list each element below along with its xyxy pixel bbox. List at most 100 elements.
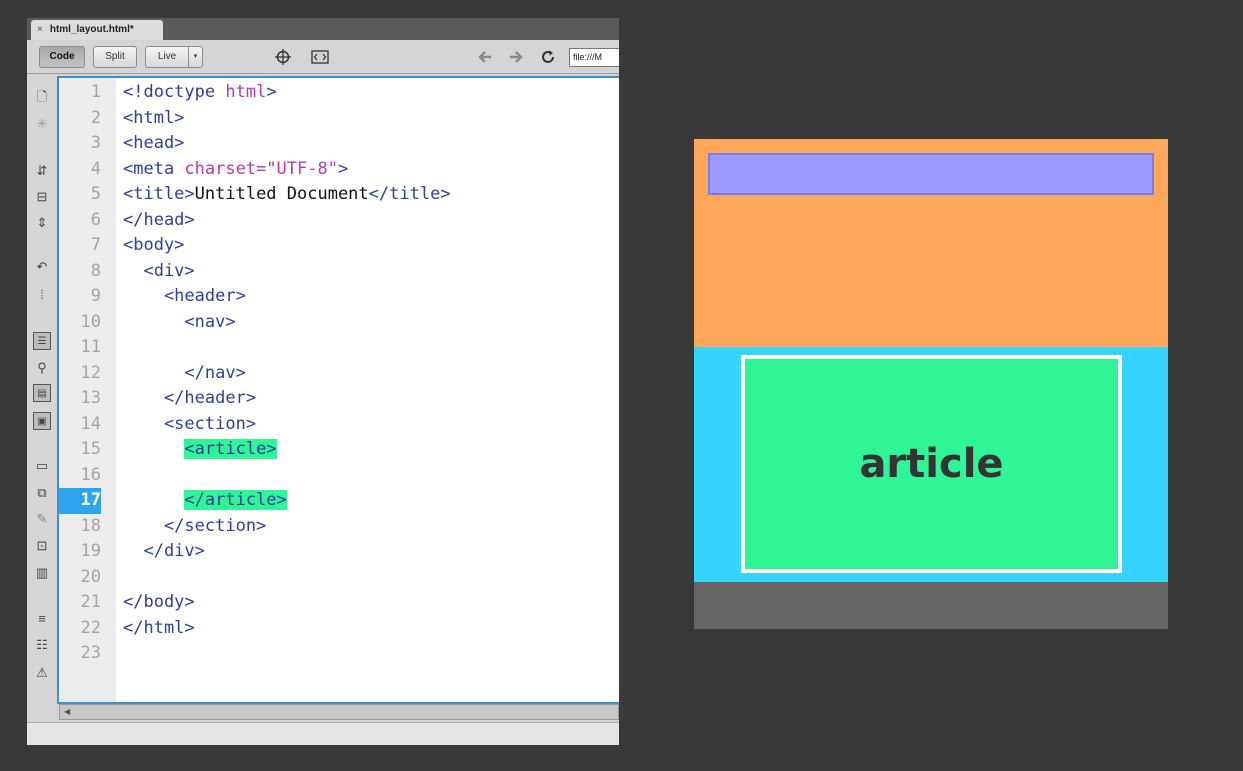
balance-braces-icon[interactable]: ⇕ (33, 214, 51, 232)
preview-article-label: article (859, 441, 1004, 487)
code-token: > (337, 158, 349, 179)
live-view-dropdown-icon[interactable]: ▾ (188, 47, 202, 67)
open-documents-icon[interactable]: 🗋 (33, 88, 51, 106)
line-number: 10 (80, 311, 101, 332)
format-source-icon[interactable]: ⚠ (33, 664, 51, 682)
auto-indent-icon[interactable]: ⚲ (33, 359, 51, 377)
back-arrow-icon[interactable] (474, 46, 496, 68)
code-line: <meta charset="UTF-8"> (123, 157, 348, 183)
code-token: > (266, 82, 277, 102)
document-toolbar: Code Split Live ▾ file:///M (27, 40, 619, 74)
line-number: 19 (80, 541, 101, 561)
preview-footer-block (694, 582, 1168, 629)
format-source-icon[interactable]: ☷ (33, 636, 51, 654)
wrap-tag-icon[interactable]: ▭ (33, 457, 51, 475)
comment-icon[interactable]: ▤ (33, 384, 51, 402)
code-line: </article> (123, 488, 287, 514)
line-number: 11 (80, 337, 101, 357)
line-number: 14 (80, 413, 101, 434)
line-number: 2 (90, 107, 101, 128)
horizontal-scrollbar[interactable]: ◀ (59, 704, 619, 720)
code-line: <body> (123, 235, 185, 255)
code-token: </title> (368, 184, 451, 204)
line-number: 7 (90, 235, 101, 255)
line-number: 8 (90, 260, 101, 281)
code-line: </body> (123, 592, 195, 612)
format-source-icon[interactable]: ≡ (33, 610, 51, 628)
code-editor-window: × html_layout.html* Code Split Live ▾ fil… (27, 18, 619, 745)
recent-snippets-icon[interactable]: ⧉ (33, 484, 51, 502)
code-line: </div> (123, 541, 205, 561)
line-number: 12 (80, 362, 101, 383)
document-tab[interactable]: × html_layout.html* (31, 20, 163, 40)
code-line: <head> (123, 133, 185, 153)
line-number: 6 (90, 209, 101, 230)
code-token: Untitled Document (194, 184, 369, 204)
split-view-button[interactable]: Split (93, 46, 137, 68)
preview-nav-block (708, 153, 1154, 195)
code-token: <title> (123, 184, 195, 204)
code-line: <header> (123, 286, 246, 306)
code-view[interactable]: 1 2 3 4 5 6 7 8 9 10 11 12 13 14 15 16 1… (57, 76, 619, 704)
highlighted-article-open-tag: <article> (184, 439, 277, 459)
code-line: <div> (123, 260, 195, 281)
code-line: </header> (123, 388, 257, 408)
line-number: 16 (80, 464, 101, 485)
live-view-label: Live (157, 51, 177, 62)
line-number: 3 (90, 133, 101, 153)
current-line-number: 17 (59, 488, 101, 514)
line-number: 18 (80, 515, 101, 536)
highlighted-article-close-tag: </article> (184, 490, 287, 510)
line-numbers-icon[interactable]: ↶ (33, 258, 51, 276)
move-css-icon[interactable]: ✎ (33, 510, 51, 528)
collapse-tag-icon[interactable]: ✳ (33, 115, 51, 133)
line-number: 21 (80, 592, 101, 612)
code-view-button[interactable]: Code (39, 46, 85, 68)
code-navigator-icon[interactable] (309, 46, 331, 68)
uncomment-icon[interactable]: ▣ (33, 412, 51, 430)
code-line: <article> (123, 437, 277, 463)
expand-icon[interactable]: ⇵ (33, 162, 51, 180)
scroll-left-icon[interactable]: ◀ (64, 705, 70, 719)
code-line: <title>Untitled Document</title> (123, 182, 451, 208)
code-token: <!doctype (123, 82, 226, 102)
line-number: 5 (90, 184, 101, 204)
preview-article-block: article (741, 355, 1122, 573)
syntax-coloring-icon[interactable]: ☰ (33, 332, 51, 350)
line-number: 15 (80, 439, 101, 459)
refresh-icon[interactable] (537, 46, 559, 68)
highlight-invalid-icon[interactable]: ⦙ (33, 286, 51, 304)
line-number: 1 (90, 82, 101, 102)
code-token: charset="UTF-8" (184, 158, 338, 179)
layout-preview: article (694, 139, 1168, 629)
address-input[interactable]: file:///M (569, 48, 619, 67)
code-line: <nav> (123, 311, 236, 332)
document-tab-title: html_layout.html* (49, 24, 134, 35)
inspect-icon[interactable] (272, 46, 294, 68)
code-token: html (225, 82, 267, 102)
select-parent-icon[interactable]: ⊟ (33, 188, 51, 206)
document-tab-bar: × html_layout.html* (27, 18, 619, 40)
preview-section-block: article (694, 347, 1168, 582)
preview-header-block (694, 139, 1168, 347)
indent-icon[interactable]: ⊡ (33, 537, 51, 555)
line-number: 23 (80, 643, 101, 663)
status-bar (27, 722, 619, 745)
line-number-gutter: 1 2 3 4 5 6 7 8 9 10 11 12 13 14 15 16 1… (59, 78, 116, 702)
code-line: </section> (123, 515, 267, 536)
coding-toolbar: 🗋 ✳ ⇵ ⊟ ⇕ ↶ ⦙ ☰ ⚲ ▤ ▣ ▭ ⧉ ✎ ⊡ ▥ ≡ ☷ ⚠ (27, 74, 57, 722)
code-line: <section> (123, 413, 257, 434)
code-line: </nav> (123, 362, 246, 383)
code-line: </head> (123, 209, 195, 230)
code-line: </html> (123, 617, 195, 638)
line-number: 13 (80, 388, 101, 408)
code-token: <meta (123, 158, 185, 179)
outdent-icon[interactable]: ▥ (33, 564, 51, 582)
code-line: <!doctype html> (123, 80, 277, 106)
forward-arrow-icon[interactable] (505, 46, 527, 68)
live-view-button[interactable]: Live ▾ (145, 46, 203, 68)
code-line: <html> (123, 107, 185, 128)
line-number: 20 (80, 566, 101, 587)
line-number: 22 (80, 617, 101, 638)
close-tab-icon[interactable]: × (37, 24, 43, 35)
